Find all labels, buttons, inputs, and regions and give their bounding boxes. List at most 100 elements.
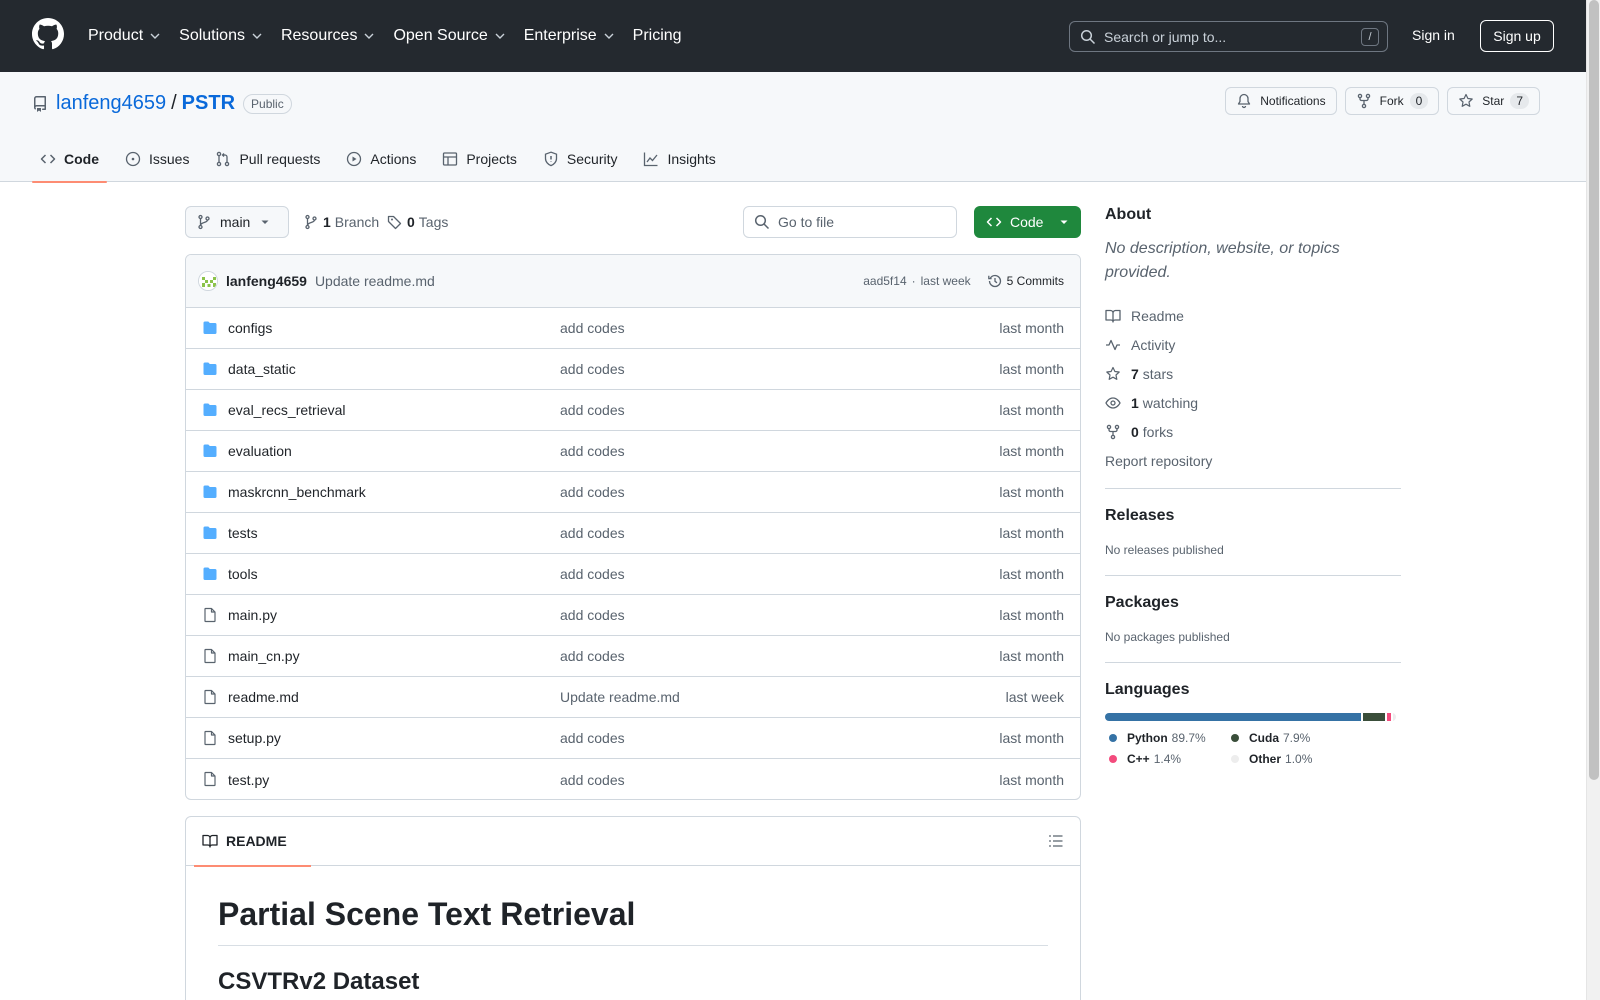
star-icon — [1459, 93, 1474, 107]
nav-enterprise[interactable]: Enterprise — [524, 27, 615, 45]
file-name-link[interactable]: main.py — [228, 607, 277, 623]
chevron-down-icon — [604, 33, 614, 39]
language-name: C++ — [1127, 752, 1150, 766]
forks-label: forks — [1142, 423, 1174, 440]
file-name-link[interactable]: configs — [228, 320, 272, 336]
file-commit-date: last week — [1005, 689, 1064, 705]
repo-header: lanfeng4659 / PSTR Public Notifications … — [0, 72, 1586, 183]
readme-heading-1: Partial Scene Text Retrieval — [218, 896, 1048, 946]
nav-resources-label: Resources — [280, 27, 358, 44]
readme-tab[interactable]: README — [194, 817, 311, 867]
star-button[interactable]: Star 7 — [1447, 87, 1540, 115]
forks-link[interactable]: 0 forks — [1105, 417, 1401, 446]
file-commit-message-link[interactable]: add codes — [560, 484, 625, 500]
scrollbar-thumb[interactable] — [1589, 0, 1599, 780]
fork-button[interactable]: Fork 0 — [1344, 87, 1440, 115]
go-to-file-input[interactable]: Go to file — [743, 206, 957, 238]
report-repository-link[interactable]: Report repository — [1105, 446, 1401, 475]
visibility-badge: Public — [243, 93, 292, 114]
file-commit-message-link[interactable]: Update readme.md — [560, 689, 680, 705]
stars-link[interactable]: 7 stars — [1105, 359, 1401, 388]
tab-insights[interactable]: Insights — [635, 136, 723, 182]
table-row: main_cn.py add codes last month — [186, 636, 1080, 677]
star-count: 7 — [1510, 93, 1529, 109]
watching-link[interactable]: 1 watching — [1105, 388, 1401, 417]
branch-selector-button[interactable]: main — [185, 206, 289, 238]
file-name-link[interactable]: test.py — [228, 772, 269, 788]
notifications-button[interactable]: Notifications — [1225, 87, 1337, 115]
tab-security-label: Security — [566, 151, 618, 167]
language-item[interactable]: C++ 1.4% — [1105, 752, 1227, 766]
nav-solutions[interactable]: Solutions — [179, 27, 263, 45]
search-icon — [754, 214, 770, 230]
tab-pull-requests[interactable]: Pull requests — [207, 136, 328, 182]
language-item[interactable]: Other 1.0% — [1227, 752, 1367, 766]
language-item[interactable]: Cuda 7.9% — [1227, 731, 1367, 745]
file-name-link[interactable]: setup.py — [228, 730, 281, 746]
file-icon — [202, 607, 218, 623]
file-commit-message-link[interactable]: add codes — [560, 320, 625, 336]
avatar[interactable] — [198, 271, 218, 291]
file-name-link[interactable]: evaluation — [228, 443, 292, 459]
file-commit-date: last month — [999, 730, 1064, 746]
go-to-file-placeholder: Go to file — [778, 214, 835, 230]
language-percent: 7.9% — [1283, 731, 1311, 745]
tab-issues[interactable]: Issues — [117, 136, 197, 182]
global-search-input[interactable]: Search or jump to... / — [1069, 21, 1388, 52]
file-commit-message-link[interactable]: add codes — [560, 648, 625, 664]
code-dropdown-button[interactable]: Code — [974, 206, 1081, 238]
nav-pricing-label: Pricing — [632, 27, 682, 44]
file-name-link[interactable]: readme.md — [228, 689, 299, 705]
readme-link[interactable]: Readme — [1105, 301, 1401, 330]
tab-code[interactable]: Code — [32, 136, 107, 183]
file-commit-message-link[interactable]: add codes — [560, 772, 625, 788]
file-commit-message-link[interactable]: add codes — [560, 361, 625, 377]
file-commit-message-link[interactable]: add codes — [560, 443, 625, 459]
github-logo-icon[interactable] — [32, 18, 64, 50]
branch-icon — [305, 214, 317, 230]
file-commit-message-link[interactable]: add codes — [560, 402, 625, 418]
nav-product[interactable]: Product — [88, 27, 161, 45]
activity-link[interactable]: Activity — [1105, 330, 1401, 359]
nav-open-source[interactable]: Open Source — [393, 27, 505, 45]
releases-heading[interactable]: Releases — [1105, 507, 1401, 525]
branches-link[interactable]: 1 Branch — [303, 206, 379, 238]
table-row: data_static add codes last month — [186, 349, 1080, 390]
file-commit-message-link[interactable]: add codes — [560, 566, 625, 582]
language-item[interactable]: Python 89.7% — [1105, 731, 1227, 745]
sign-in-link[interactable]: Sign in — [1412, 27, 1455, 43]
file-name-link[interactable]: data_static — [228, 361, 296, 377]
tags-link[interactable]: 0 Tags — [387, 206, 448, 238]
commit-message-link[interactable]: Update readme.md — [315, 273, 435, 289]
sign-up-button[interactable]: Sign up — [1480, 20, 1554, 52]
file-name-link[interactable]: eval_recs_retrieval — [228, 402, 346, 418]
file-name-link[interactable]: main_cn.py — [228, 648, 300, 664]
file-commit-message-link[interactable]: add codes — [560, 730, 625, 746]
tab-security[interactable]: Security — [535, 136, 626, 182]
tab-issues-label: Issues — [149, 151, 190, 167]
tab-actions[interactable]: Actions — [338, 136, 424, 182]
nav-resources[interactable]: Resources — [281, 27, 375, 45]
file-name-link[interactable]: tests — [228, 525, 258, 541]
readme-body: Partial Scene Text Retrieval CSVTRv2 Dat… — [186, 896, 1080, 996]
repo-owner-link[interactable]: lanfeng4659 — [56, 92, 166, 115]
packages-heading[interactable]: Packages — [1105, 594, 1401, 612]
nav-pricing[interactable]: Pricing — [633, 27, 682, 45]
file-commit-message-link[interactable]: add codes — [560, 607, 625, 623]
tag-count: 0 — [407, 214, 415, 230]
folder-icon — [202, 566, 218, 582]
branch-label: Branch — [334, 214, 380, 230]
repo-name-link[interactable]: PSTR — [182, 92, 235, 115]
search-icon — [1080, 29, 1096, 44]
watching-count: 1 — [1131, 394, 1139, 411]
list-icon[interactable] — [1048, 833, 1064, 849]
file-name-link[interactable]: tools — [228, 566, 258, 582]
commit-author-link[interactable]: lanfeng4659 — [226, 273, 307, 289]
tab-projects[interactable]: Projects — [434, 136, 525, 182]
commit-history-link[interactable]: 5 Commits — [987, 273, 1064, 289]
chevron-down-icon — [252, 33, 262, 39]
page-scrollbar[interactable] — [1586, 0, 1600, 1000]
file-commit-message-link[interactable]: add codes — [560, 525, 625, 541]
file-name-link[interactable]: maskrcnn_benchmark — [228, 484, 366, 500]
commit-hash-link[interactable]: aad5f14 — [863, 274, 906, 288]
